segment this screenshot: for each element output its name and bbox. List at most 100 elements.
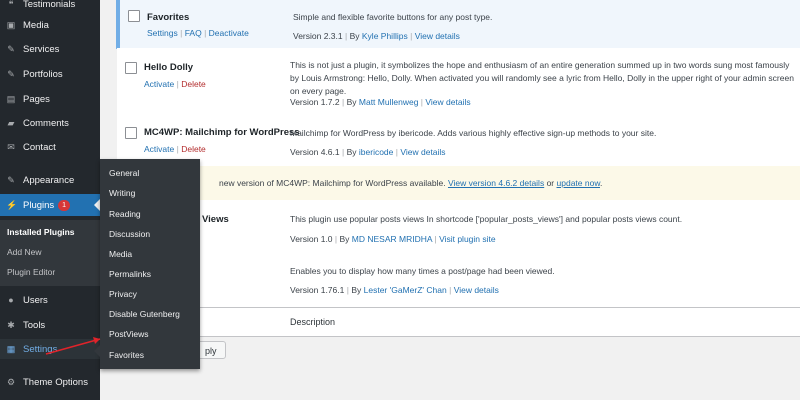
menu-label: Services xyxy=(23,43,60,55)
plugin-meta: Version 4.6.1 | By ibericode | View deta… xyxy=(290,147,446,157)
menu-label: Comments xyxy=(23,117,69,129)
view-details-link[interactable]: View details xyxy=(400,147,445,157)
menu-portfolios[interactable]: ✎ Portfolios xyxy=(0,64,100,84)
plugin-meta: Version 1.0 | By MD NESAR MRIDHA | Visit… xyxy=(290,234,496,244)
menu-testimonials[interactable]: ❝ Testimonials xyxy=(0,0,100,14)
author-link[interactable]: Matt Mullenweg xyxy=(359,97,419,107)
menu-label: Portfolios xyxy=(23,68,63,80)
view-details-link[interactable]: View details xyxy=(415,31,460,41)
flyout-general[interactable]: General xyxy=(109,168,139,178)
comments-icon: ▰ xyxy=(7,118,15,128)
flyout-favorites[interactable]: Favorites xyxy=(109,350,144,360)
menu-contact[interactable]: ✉ Contact xyxy=(0,137,100,157)
row-checkbox[interactable] xyxy=(128,10,140,22)
menu-label: Contact xyxy=(23,141,56,153)
media-icon: ▣ xyxy=(6,20,16,30)
delete-link[interactable]: Delete xyxy=(181,144,206,154)
submenu-installed-plugins[interactable]: Installed Plugins xyxy=(7,227,75,237)
flyout-privacy[interactable]: Privacy xyxy=(109,289,137,299)
menu-label: Testimonials xyxy=(23,0,76,10)
author-link[interactable]: MD NESAR MRIDHA xyxy=(352,234,432,244)
menu-settings[interactable]: ▦ Settings xyxy=(0,339,100,359)
by-text: By xyxy=(346,147,357,157)
row-checkbox[interactable] xyxy=(125,62,137,74)
view-details-link[interactable]: View details xyxy=(425,97,470,107)
view-details-link[interactable]: View details xyxy=(454,285,499,295)
menu-plugins[interactable]: ⚡ Plugins 1 xyxy=(0,194,100,216)
plugins-submenu: Installed Plugins Add New Plugin Editor xyxy=(0,220,100,286)
version-text: Version 4.6.1 xyxy=(290,147,340,157)
submenu-plugin-editor[interactable]: Plugin Editor xyxy=(7,267,55,277)
menu-label: Settings xyxy=(23,343,58,355)
menu-label: Tools xyxy=(23,319,46,331)
menu-users[interactable]: ● Users xyxy=(0,290,100,310)
testimonials-icon: ❝ xyxy=(8,0,14,9)
flyout-reading[interactable]: Reading xyxy=(109,209,141,219)
visit-plugin-site-link[interactable]: Visit plugin site xyxy=(439,234,496,244)
table-footer: Description xyxy=(117,307,800,337)
plugin-meta: Version 1.76.1 | By Lester 'GaMerZ' Chan… xyxy=(290,285,499,295)
period-text: . xyxy=(600,178,603,188)
users-icon: ● xyxy=(8,295,14,305)
plugin-name: Favorites xyxy=(147,12,190,23)
plugin-meta: Version 2.3.1 | By Kyle Phillips | View … xyxy=(293,31,460,41)
plugin-row: Hello Dolly Activate | Delete This is no… xyxy=(117,48,800,119)
version-text: Version 2.3.1 xyxy=(293,31,343,41)
plugin-name: Views xyxy=(202,214,229,225)
menu-label: Media xyxy=(23,19,49,31)
version-text: Version 1.76.1 xyxy=(290,285,345,295)
settings-icon: ▦ xyxy=(6,344,16,354)
menu-services[interactable]: ✎ Services xyxy=(0,39,100,59)
flyout-permalinks[interactable]: Permalinks xyxy=(109,269,151,279)
pages-icon: ▤ xyxy=(6,94,16,104)
by-text: By xyxy=(351,285,362,295)
update-text: new version of MC4WP: Mailchimp for Word… xyxy=(219,178,446,188)
menu-theme-options[interactable]: ⚙ Theme Options xyxy=(0,372,100,392)
faq-link[interactable]: FAQ xyxy=(185,28,202,38)
menu-media[interactable]: ▣ Media xyxy=(0,15,100,35)
activate-link[interactable]: Activate xyxy=(144,144,174,154)
description-column-header[interactable]: Description xyxy=(290,317,335,327)
apply-button[interactable]: ply xyxy=(196,341,226,359)
update-now-link[interactable]: update now xyxy=(557,178,600,188)
menu-pages[interactable]: ▤ Pages xyxy=(0,89,100,109)
menu-appearance[interactable]: ✎ Appearance xyxy=(0,170,100,190)
menu-label: Theme Options xyxy=(23,376,88,388)
update-notice: new version of MC4WP: Mailchimp for Word… xyxy=(117,166,800,201)
version-text: Version 1.7.2 xyxy=(290,97,340,107)
by-text: By xyxy=(346,97,357,107)
author-link[interactable]: ibericode xyxy=(359,147,394,157)
author-link[interactable]: Kyle Phillips xyxy=(362,31,408,41)
menu-tools[interactable]: ✱ Tools xyxy=(0,315,100,335)
deactivate-link[interactable]: Deactivate xyxy=(209,28,249,38)
gear-icon: ⚙ xyxy=(6,377,16,387)
activate-link[interactable]: Activate xyxy=(144,79,174,89)
plugin-row: MC4WP: Mailchimp for WordPress Activate … xyxy=(117,118,800,167)
settings-link[interactable]: Settings xyxy=(147,28,178,38)
plugin-row: Views This plugin use popular posts view… xyxy=(117,200,800,256)
menu-comments[interactable]: ▰ Comments xyxy=(0,113,100,133)
author-link[interactable]: Lester 'GaMerZ' Chan xyxy=(364,285,447,295)
plugin-description: This is not just a plugin, it symbolizes… xyxy=(290,60,794,96)
flyout-writing[interactable]: Writing xyxy=(109,188,135,198)
plugin-name: MC4WP: Mailchimp for WordPress xyxy=(144,127,300,138)
flyout-postviews[interactable]: PostViews xyxy=(109,329,149,339)
plugin-description: Simple and flexible favorite buttons for… xyxy=(293,12,493,22)
submenu-add-new[interactable]: Add New xyxy=(7,247,42,257)
row-checkbox[interactable] xyxy=(125,127,137,139)
menu-label: Pages xyxy=(23,93,50,105)
flyout-media[interactable]: Media xyxy=(109,249,132,259)
flyout-discussion[interactable]: Discussion xyxy=(109,229,150,239)
view-version-details-link[interactable]: View version 4.6.2 details xyxy=(448,178,544,188)
or-text: or xyxy=(546,178,555,188)
pin-icon: ✎ xyxy=(7,69,15,79)
plugin-actions: Settings | FAQ | Deactivate xyxy=(147,28,249,38)
delete-link[interactable]: Delete xyxy=(181,79,206,89)
flyout-disable-gutenberg[interactable]: Disable Gutenberg xyxy=(109,309,180,319)
menu-label: Appearance xyxy=(23,174,75,186)
flyout-pointer xyxy=(94,345,100,357)
settings-flyout-menu: General Writing Reading Discussion Media… xyxy=(100,159,200,369)
update-message: new version of MC4WP: Mailchimp for Word… xyxy=(219,178,602,188)
plugins-icon: ⚡ xyxy=(6,200,18,210)
plugin-description: This plugin use popular posts views In s… xyxy=(290,214,683,224)
